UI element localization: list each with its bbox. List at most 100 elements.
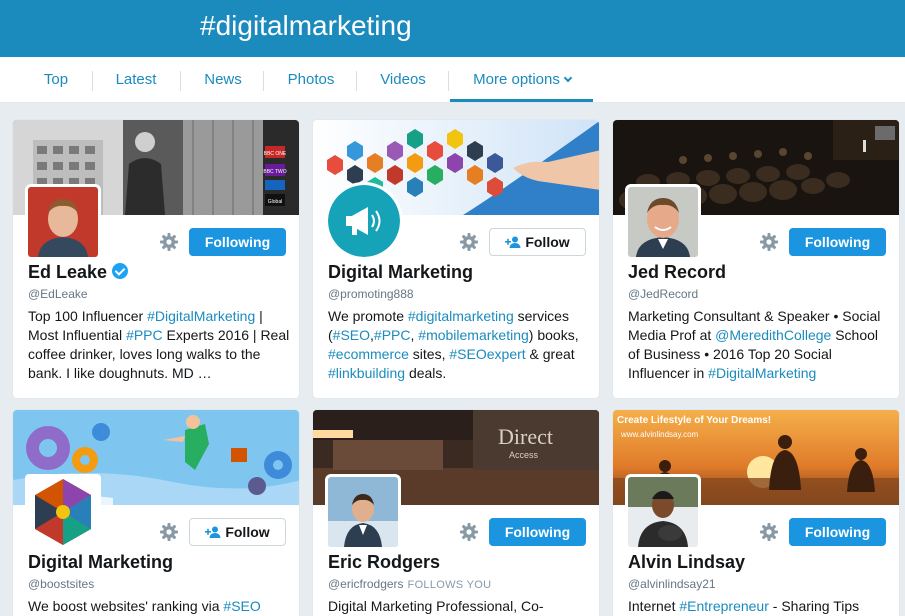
banner-sign-text: Direct	[498, 424, 553, 449]
follows-you-badge: FOLLOWS YOU	[407, 579, 492, 591]
user-handle[interactable]: @EdLeake	[28, 287, 88, 301]
hashtag-link[interactable]: #mobilemarketing	[418, 327, 529, 343]
user-handle[interactable]: @promoting888	[328, 287, 414, 301]
user-handle-text: @ericfrodgers	[328, 577, 404, 591]
gear-icon[interactable]	[759, 232, 779, 252]
tab-news[interactable]: News	[196, 57, 250, 103]
search-query-title: #digitalmarketing	[200, 10, 412, 41]
bio-text: Digital Marketing Professional, Co-	[328, 598, 544, 614]
user-name[interactable]: Jed Record	[628, 262, 726, 283]
tab-divider	[92, 71, 93, 91]
bio-text: sites,	[408, 346, 450, 362]
gear-icon[interactable]	[459, 232, 479, 252]
hashtag-link[interactable]: @MeredithCollege	[715, 327, 831, 343]
add-user-icon	[505, 236, 521, 249]
tab-divider	[263, 71, 264, 91]
hashtag-link[interactable]: #DigitalMarketing	[708, 365, 816, 381]
follow-button[interactable]: Follow	[489, 228, 586, 256]
avatar[interactable]	[625, 184, 701, 260]
avatar[interactable]	[325, 182, 403, 260]
user-bio: Marketing Consultant & Speaker • Social …	[628, 307, 890, 383]
tab-latest[interactable]: Latest	[106, 57, 166, 103]
banner-logo-text: BBC ONE	[264, 151, 287, 157]
user-bio: Top 100 Influencer #DigitalMarketing | M…	[28, 307, 290, 383]
user-card: Create Lifestyle of Your Dreams! www.alv…	[612, 409, 900, 616]
hashtag-link[interactable]: #PPC	[126, 327, 163, 343]
bio-text: Internet	[628, 598, 680, 614]
banner-logo-text: Global	[268, 199, 282, 205]
user-bio: We promote #digitalmarketing services (#…	[328, 307, 590, 383]
user-name-text: Alvin Lindsay	[628, 552, 746, 572]
hashtag-link[interactable]: #PPC	[374, 327, 411, 343]
verified-badge-icon	[112, 263, 129, 280]
user-bio: Internet #Entrepreneur - Sharing Tips	[628, 597, 890, 616]
user-card: Follow Digital Marketing @promoting888 W…	[312, 119, 600, 399]
user-name-text: Digital Marketing	[328, 262, 474, 282]
user-card: Follow Digital Marketing @boostsites We …	[12, 409, 300, 616]
avatar[interactable]	[625, 474, 701, 550]
user-name[interactable]: Digital Marketing	[328, 262, 473, 283]
user-card: Following Jed Record @JedRecord Marketin…	[612, 119, 900, 399]
tab-more-options[interactable]: More options	[462, 57, 582, 103]
bio-text: We promote	[328, 308, 408, 324]
tab-videos[interactable]: Videos	[372, 57, 434, 103]
user-name[interactable]: Eric Rodgers	[328, 552, 440, 573]
user-handle[interactable]: @ericfrodgers FOLLOWS YOU	[328, 577, 491, 591]
user-name-text: Eric Rodgers	[328, 552, 441, 572]
banner-url-text: www.alvinlindsay.com	[620, 430, 699, 439]
following-button[interactable]: Following	[489, 518, 586, 546]
user-name[interactable]: Alvin Lindsay	[628, 552, 745, 573]
hashtag-link[interactable]: #ecommerce	[328, 346, 409, 362]
hashtag-link[interactable]: #SEO	[333, 327, 370, 343]
add-user-icon	[205, 526, 221, 539]
bio-text: Top 100 Influencer	[28, 308, 148, 324]
bio-text: & great	[525, 346, 575, 362]
banner-caption-text: Create Lifestyle of Your Dreams!	[617, 415, 771, 426]
user-name[interactable]: Digital Marketing	[28, 552, 173, 573]
avatar[interactable]	[25, 184, 101, 260]
avatar[interactable]	[325, 474, 401, 550]
hashtag-link[interactable]: #SEOexpert	[449, 346, 525, 362]
user-name-text: Jed Record	[628, 262, 727, 282]
follow-button[interactable]: Follow	[189, 518, 286, 546]
user-name-text: Ed Leake	[28, 262, 108, 282]
user-name[interactable]: Ed Leake	[28, 262, 129, 283]
follow-button-label: Follow	[225, 524, 270, 540]
gear-icon[interactable]	[759, 522, 779, 542]
gear-icon[interactable]	[159, 232, 179, 252]
following-button[interactable]: Following	[189, 228, 286, 256]
active-tab-underline	[450, 99, 593, 102]
follow-button-label: Follow	[525, 234, 570, 250]
user-card: Direct Access Following Eric Rodgers @er…	[312, 409, 600, 616]
banner-logo-text: BBC TWO	[263, 169, 286, 175]
hashtag-link[interactable]: #Entrepreneur	[679, 598, 769, 614]
user-handle[interactable]: @alvinlindsay21	[628, 577, 716, 591]
bio-text: deals.	[405, 365, 447, 381]
hashtag-link[interactable]: #DigitalMarketing	[147, 308, 255, 324]
user-name-text: Digital Marketing	[28, 552, 174, 572]
avatar[interactable]	[25, 474, 101, 550]
tab-more-options-label: More options	[473, 71, 560, 88]
gear-icon[interactable]	[459, 522, 479, 542]
hashtag-link[interactable]: #digitalmarketing	[408, 308, 514, 324]
bio-text: We boost websites' ranking via	[28, 598, 224, 614]
search-tabs: Top Latest News Photos Videos More optio…	[0, 57, 905, 103]
hashtag-link[interactable]: #SEO	[223, 598, 260, 614]
bio-text: - Sharing Tips	[768, 598, 860, 614]
following-button[interactable]: Following	[789, 518, 886, 546]
user-bio: We boost websites' ranking via #SEO	[28, 597, 290, 616]
following-button[interactable]: Following	[789, 228, 886, 256]
tab-divider	[448, 71, 449, 91]
tab-top[interactable]: Top	[30, 57, 82, 103]
banner-sign-text: Access	[509, 450, 539, 460]
gear-icon[interactable]	[159, 522, 179, 542]
tab-photos[interactable]: Photos	[280, 57, 342, 103]
user-handle[interactable]: @boostsites	[28, 577, 94, 591]
bio-text: ) books,	[528, 327, 579, 343]
hashtag-link[interactable]: #linkbuilding	[328, 365, 405, 381]
chevron-down-icon	[563, 73, 573, 83]
user-card: BBC ONE BBC TWO Global Following Ed Leak…	[12, 119, 300, 399]
user-handle[interactable]: @JedRecord	[628, 287, 698, 301]
search-header: #digitalmarketing	[0, 0, 905, 57]
user-bio: Digital Marketing Professional, Co-	[328, 597, 590, 616]
